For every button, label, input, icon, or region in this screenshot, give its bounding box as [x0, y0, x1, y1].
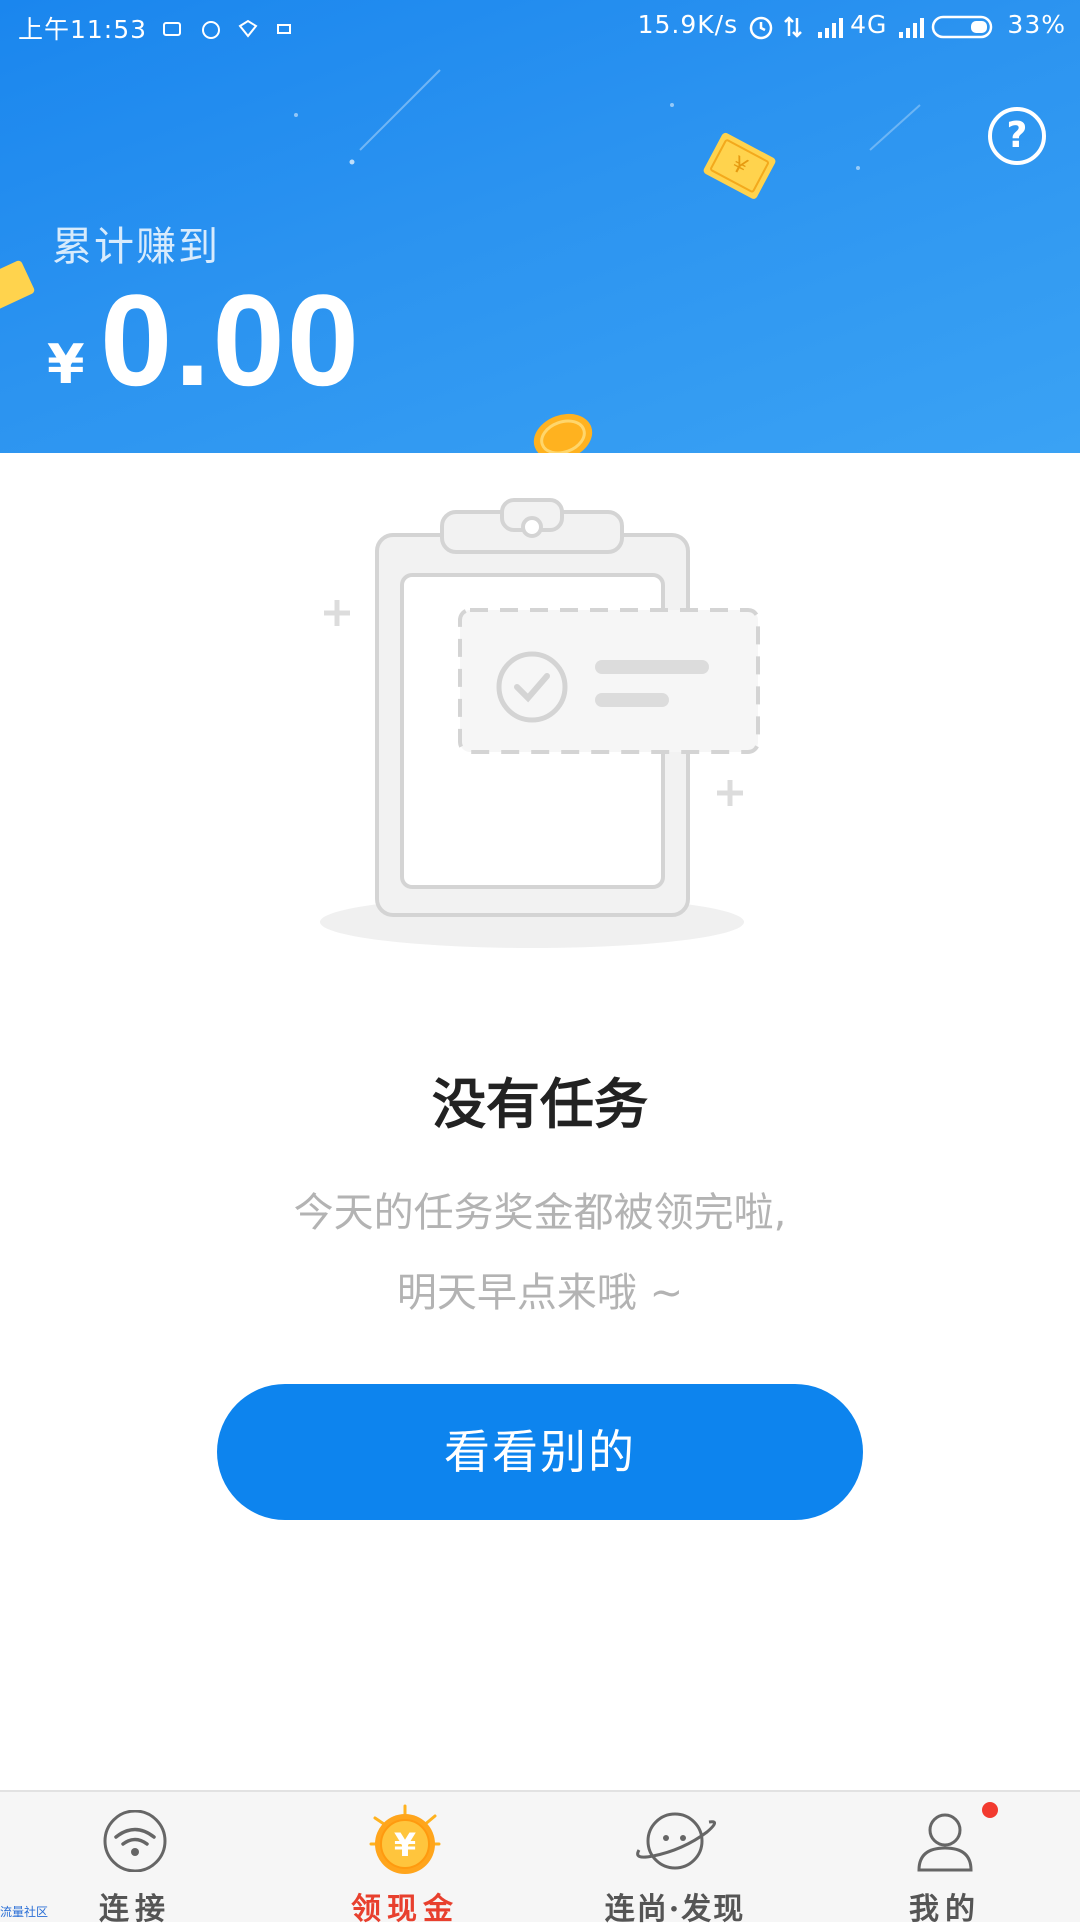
- nav-label-mine: 我的: [909, 1892, 981, 1927]
- browse-other-button[interactable]: 看看别的: [217, 1384, 863, 1520]
- svg-text:¥: ¥: [394, 1826, 416, 1864]
- app-notification-icon: [199, 17, 223, 39]
- bottom-navigation: 连接 ¥ 领现金 连尚·发现 我的: [0, 1790, 1080, 1927]
- nav-item-discover[interactable]: 连尚·发现: [540, 1792, 810, 1927]
- notification-badge: [982, 1802, 998, 1818]
- battery-icon: [931, 14, 997, 38]
- nav-label-cash: 领现金: [351, 1892, 459, 1927]
- alarm-icon: [748, 14, 773, 39]
- nav-label-discover: 连尚·发现: [604, 1892, 746, 1927]
- network-type: 4G: [850, 10, 888, 39]
- status-bar: 上午11:53 15.9K/s 4G 33%: [0, 0, 1080, 52]
- network-speed: 15.9K/s: [637, 10, 739, 39]
- coin-icon: ¥: [369, 1804, 441, 1874]
- status-time: 上午11:53: [18, 15, 148, 44]
- nav-item-cash[interactable]: ¥ 领现金: [270, 1792, 540, 1927]
- earned-amount: 0.00: [100, 267, 362, 413]
- signal-icon-2: [897, 14, 925, 38]
- earned-label: 累计赚到: [52, 224, 220, 270]
- nav-item-mine[interactable]: 我的: [810, 1792, 1080, 1927]
- battery-level: 33%: [1007, 10, 1066, 39]
- message-notification-icon: [275, 17, 299, 39]
- notification-icon: [161, 17, 185, 39]
- signal-icon: [816, 14, 844, 38]
- empty-clipboard-illustration: [320, 498, 760, 948]
- wifi-icon: [103, 1810, 167, 1872]
- chat-notification-icon: [237, 17, 261, 39]
- watermark: 流量社区: [0, 1905, 49, 1919]
- empty-state-description-line1: 今天的任务奖金都被领完啦,: [293, 1190, 787, 1236]
- user-icon: [917, 1813, 973, 1872]
- earnings-header: ¥ 上午11:53 15.9K/s 4G 33% ? 累计赚到 ¥ 0.00: [0, 0, 1080, 453]
- data-transfer-icon: [782, 14, 806, 38]
- empty-state-description-line2: 明天早点来哦 ~: [396, 1270, 684, 1316]
- planet-icon: [636, 1812, 716, 1870]
- currency-symbol: ¥: [47, 333, 85, 396]
- help-icon[interactable]: ?: [988, 107, 1046, 165]
- empty-state-title: 没有任务: [432, 1073, 648, 1136]
